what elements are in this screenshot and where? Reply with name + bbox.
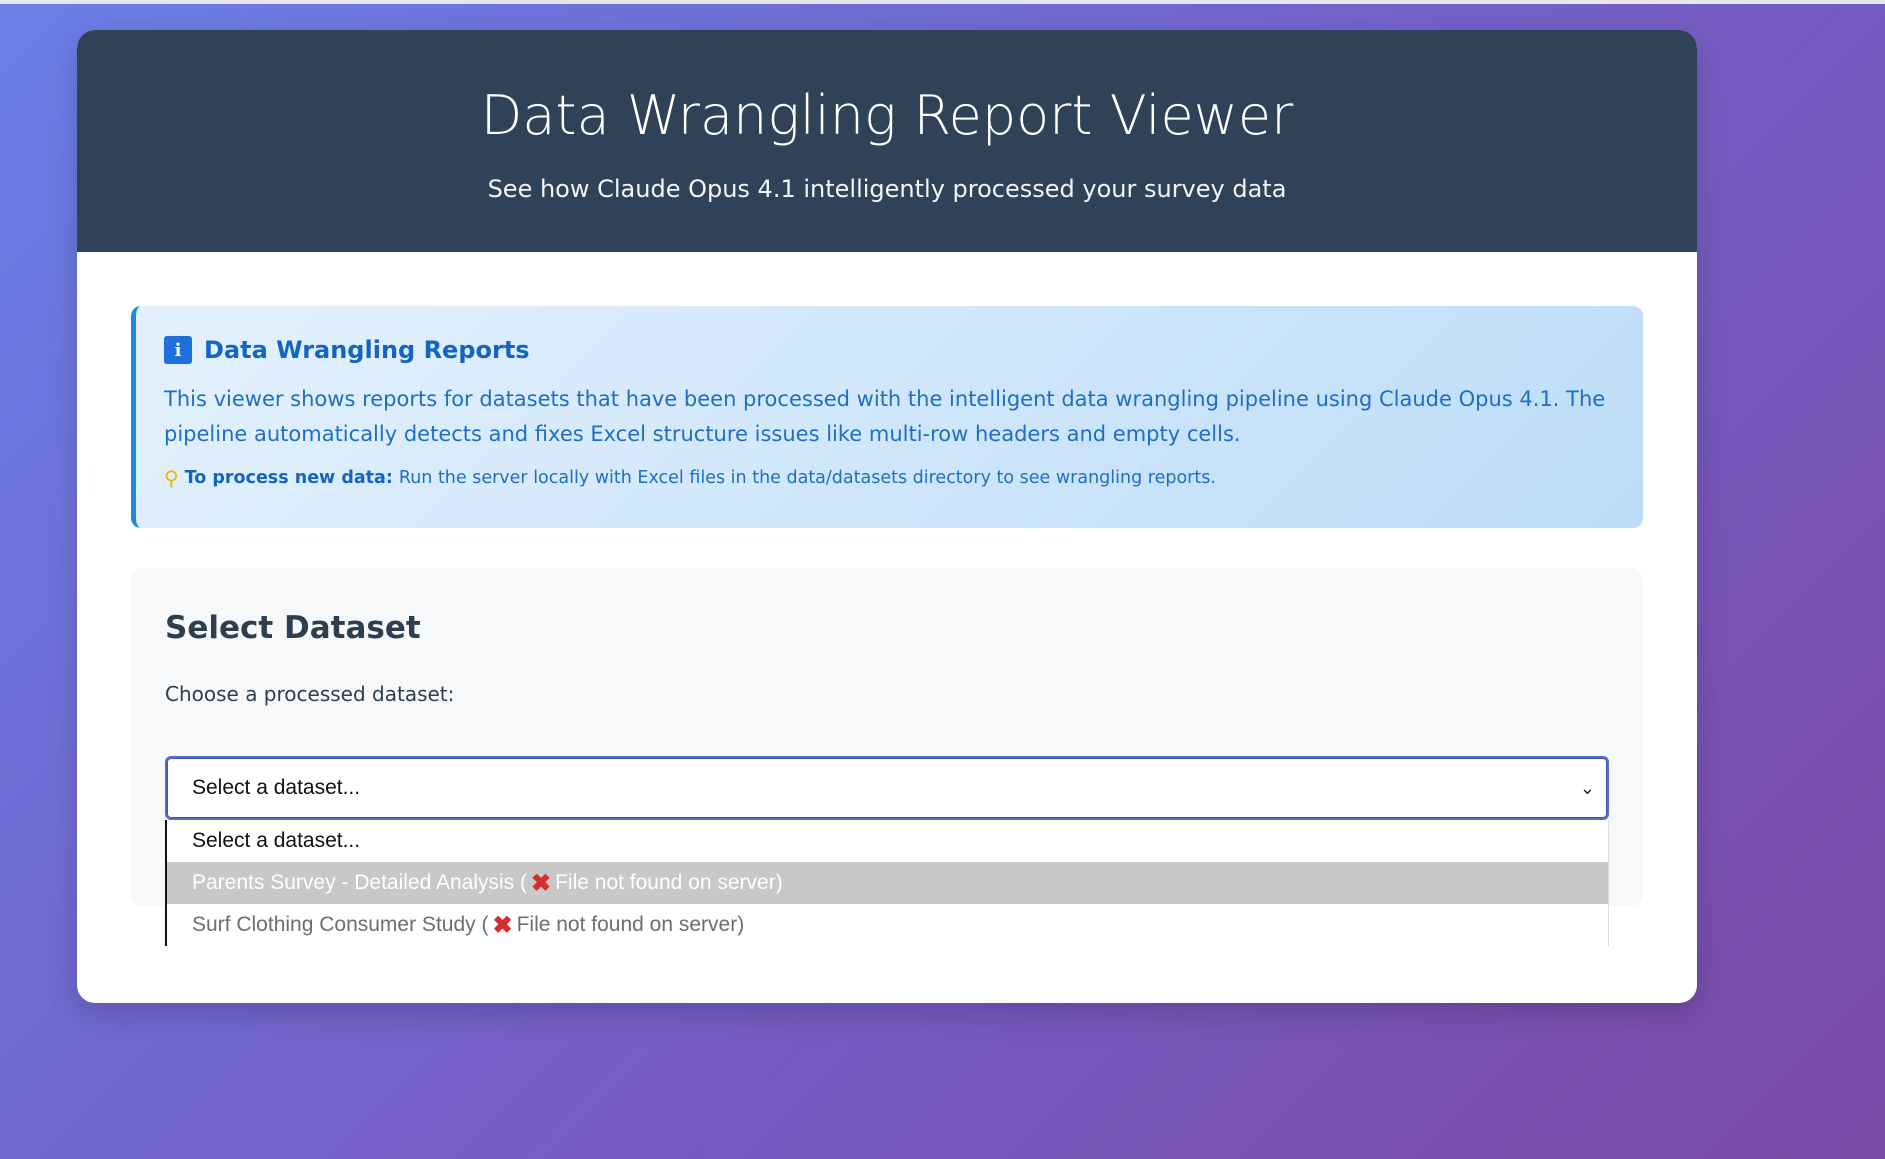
option-label: Surf Clothing Consumer Study ( (192, 913, 489, 936)
info-description: This viewer shows reports for datasets t… (164, 387, 1606, 446)
dataset-dropdown-list: Select a dataset... Parents Survey - Det… (165, 820, 1609, 946)
select-label: Choose a processed dataset: (165, 682, 455, 706)
option-label: Select a dataset... (192, 829, 361, 852)
dataset-select-section: Select Dataset Choose a processed datase… (131, 568, 1643, 946)
option-label: Parents Survey - Detailed Analysis ( (192, 871, 527, 894)
dataset-select[interactable]: Select a dataset... ⌄ (165, 756, 1609, 820)
info-panel: i Data Wrangling Reports This viewer sho… (131, 306, 1643, 528)
chevron-down-icon: ⌄ (1579, 778, 1595, 798)
tip-label: To process new data: (184, 468, 393, 488)
cross-mark-icon: ✖ (530, 869, 552, 897)
info-title-row: i Data Wrangling Reports (164, 336, 1615, 364)
info-icon: i (164, 336, 192, 364)
section-heading: Select Dataset (165, 610, 421, 646)
page-title: Data Wrangling Report Viewer (480, 84, 1294, 147)
lightbulb-icon: ⚲ (164, 466, 179, 490)
info-title: Data Wrangling Reports (204, 336, 530, 364)
report-viewer-card: Data Wrangling Report Viewer See how Cla… (77, 30, 1697, 1003)
page-header: Data Wrangling Report Viewer See how Cla… (77, 30, 1697, 252)
dropdown-option-parents-survey[interactable]: Parents Survey - Detailed Analysis ( ✖ F… (167, 862, 1608, 904)
option-status: File not found on server) (516, 913, 745, 936)
select-value: Select a dataset... (192, 776, 361, 799)
info-tip: ⚲ To process new data: Run the server lo… (164, 466, 1615, 490)
tip-text: Run the server locally with Excel files … (398, 468, 1216, 488)
dropdown-option-placeholder[interactable]: Select a dataset... (167, 820, 1608, 862)
cross-mark-icon: ✖ (492, 911, 513, 939)
browser-top-edge (0, 0, 1885, 4)
dropdown-option-surf-clothing[interactable]: Surf Clothing Consumer Study ( ✖ File no… (167, 904, 1608, 946)
page-subtitle: See how Claude Opus 4.1 intelligently pr… (487, 175, 1287, 203)
option-status: File not found on server) (555, 871, 783, 894)
